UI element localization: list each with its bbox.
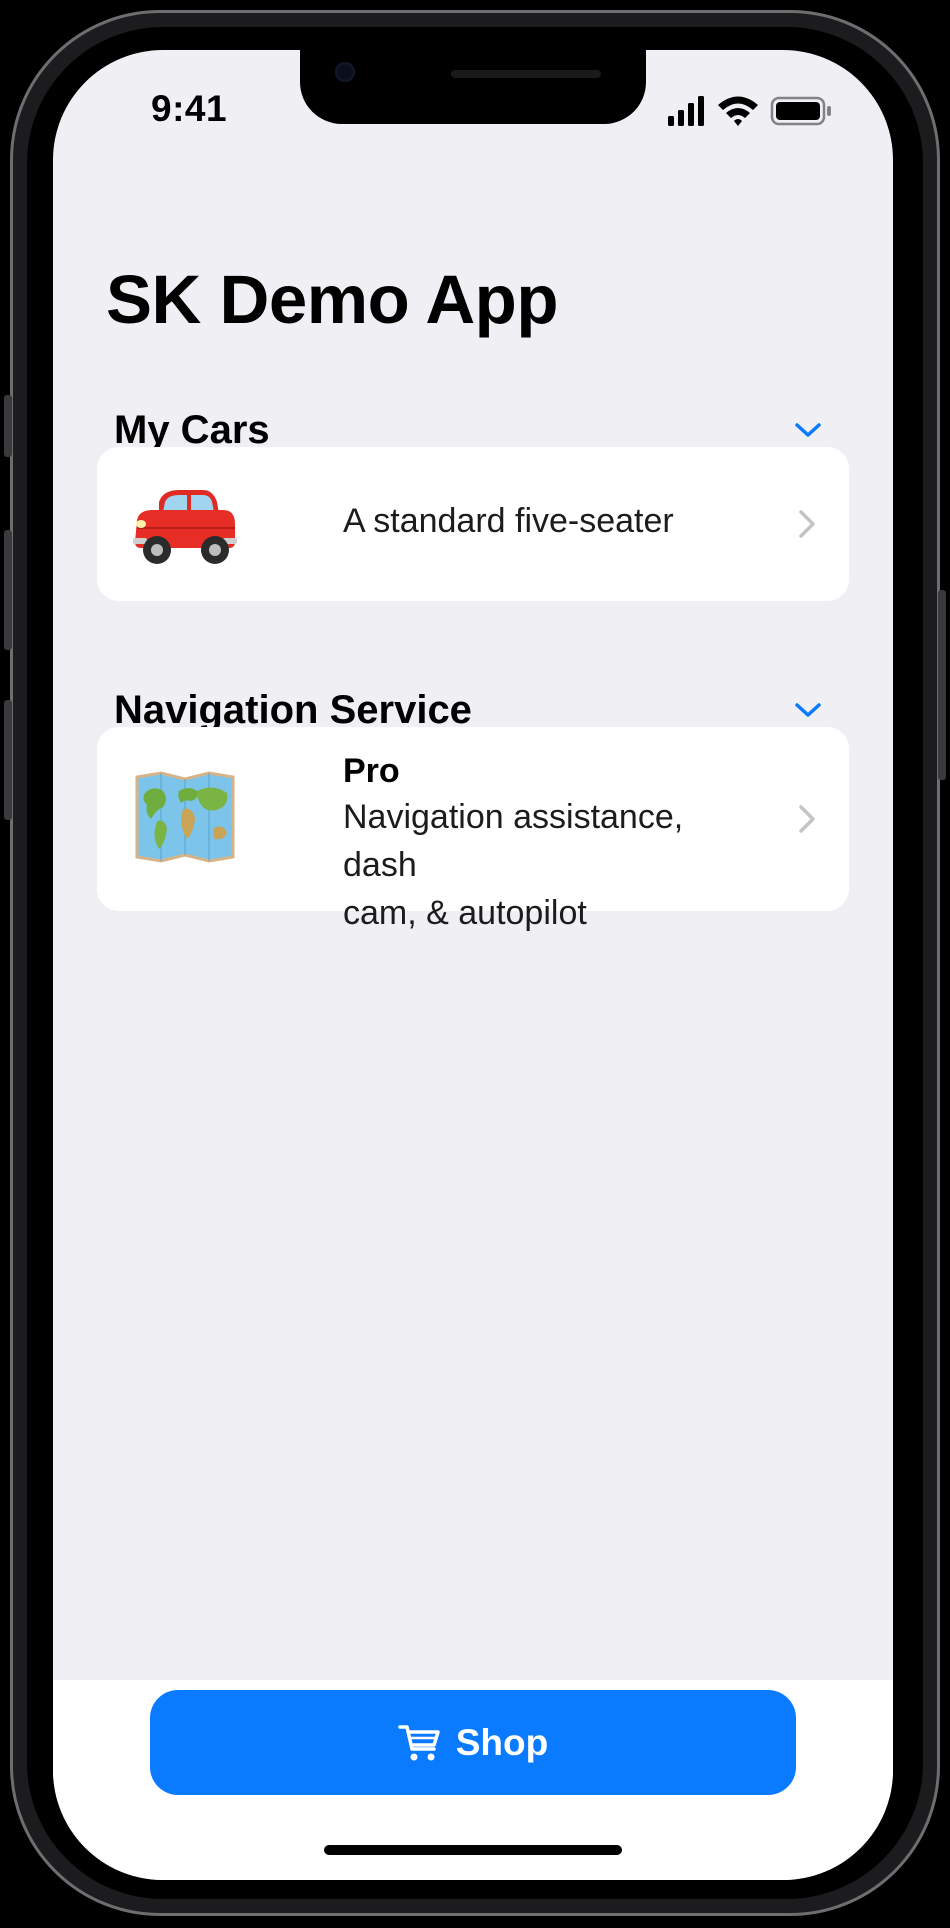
cart-icon	[398, 1724, 440, 1760]
car-description: A standard five-seater	[343, 497, 759, 545]
front-camera	[335, 62, 355, 82]
navigation-details: Pro Navigation assistance, dash cam, & a…	[343, 749, 759, 937]
section-title: Navigation Service	[114, 687, 472, 732]
notch	[300, 50, 646, 124]
world-map-icon	[131, 767, 239, 867]
list-item-navigation-pro[interactable]: Pro Navigation assistance, dash cam, & a…	[97, 727, 849, 932]
status-icons	[668, 96, 831, 126]
home-indicator[interactable]	[324, 1845, 622, 1855]
shop-button-label: Shop	[455, 1721, 549, 1763]
row-text-line-2: cam, & autopilot	[343, 894, 587, 932]
row-title: Pro	[343, 752, 400, 790]
shop-button[interactable]: Shop	[150, 1690, 796, 1795]
earpiece-speaker	[451, 70, 601, 78]
chevron-right-icon	[799, 805, 815, 833]
volume-up-button	[4, 530, 12, 650]
power-button	[938, 590, 946, 780]
phone-screen: 9:41 SK Demo App My Cars A standard five…	[53, 50, 893, 1880]
cellular-signal-icon	[668, 96, 704, 126]
silent-switch	[4, 395, 12, 457]
chevron-down-icon[interactable]	[790, 692, 826, 728]
wifi-icon	[718, 96, 758, 126]
status-time: 9:41	[151, 88, 228, 129]
chevron-down-icon[interactable]	[790, 412, 826, 448]
section-title: My Cars	[114, 407, 270, 452]
chevron-right-icon	[799, 510, 815, 538]
row-text: A standard five-seater	[343, 502, 674, 540]
volume-down-button	[4, 700, 12, 820]
list-item-car[interactable]: A standard five-seater	[97, 447, 849, 601]
page-title: SK Demo App	[106, 261, 558, 338]
row-text-line-1: Navigation assistance, dash	[343, 798, 684, 884]
battery-icon	[770, 96, 831, 126]
red-car-icon	[131, 469, 239, 579]
